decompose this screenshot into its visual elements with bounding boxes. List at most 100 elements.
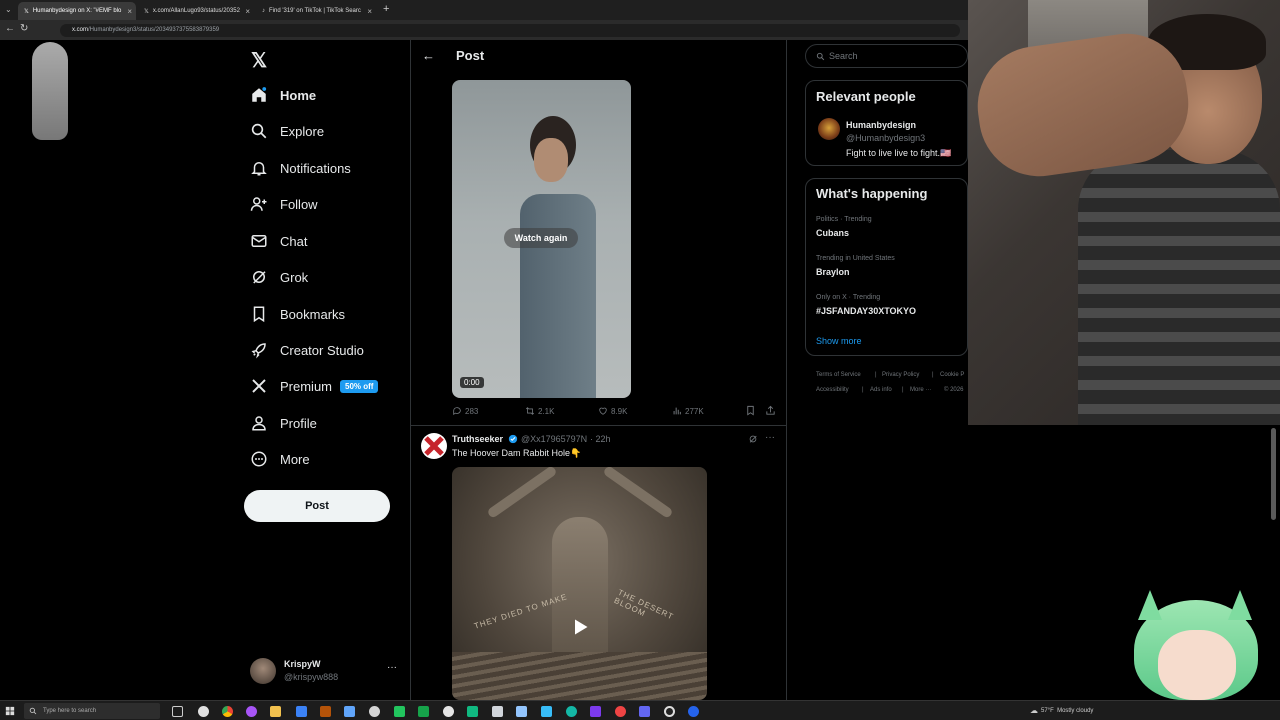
- analytics-icon: [673, 407, 681, 415]
- close-tab-icon[interactable]: ×: [245, 7, 250, 16]
- home-icon: [252, 87, 267, 102]
- footer-terms[interactable]: Terms of Service: [816, 372, 861, 378]
- account-switcher[interactable]: KrispyW @krispyw888 ···: [250, 658, 400, 686]
- nav-premium[interactable]: Premium 50% off: [250, 371, 379, 401]
- share-icon[interactable]: [765, 405, 776, 416]
- back-arrow-icon[interactable]: ←: [5, 23, 15, 34]
- footer-more[interactable]: More ···: [910, 387, 931, 393]
- nav-chat[interactable]: Chat: [250, 226, 307, 256]
- search-input[interactable]: Search: [805, 44, 968, 68]
- app-icon[interactable]: [296, 706, 307, 717]
- obs-icon[interactable]: [664, 706, 675, 717]
- edge-icon[interactable]: [566, 706, 577, 717]
- taskbar-search[interactable]: Type here to search: [24, 703, 160, 719]
- nav-label: Home: [280, 87, 317, 103]
- app-icon[interactable]: [516, 706, 527, 717]
- tab-title: x.com/AllanLugo93/status/20352: [152, 8, 240, 14]
- app-icon[interactable]: [590, 706, 601, 717]
- grok-icon[interactable]: [748, 434, 758, 444]
- app-icon[interactable]: [492, 706, 503, 717]
- new-tab-button[interactable]: +: [383, 3, 389, 15]
- footer-separator: |: [875, 372, 877, 378]
- nav-explore[interactable]: Explore: [250, 116, 324, 146]
- x-logo-icon[interactable]: 𝕏: [251, 48, 267, 73]
- play-icon[interactable]: [570, 617, 590, 637]
- like-count[interactable]: 8.9K: [598, 406, 627, 416]
- close-tab-icon[interactable]: ×: [127, 7, 132, 16]
- nav-grok[interactable]: Grok: [250, 262, 308, 292]
- footer-accessibility[interactable]: Accessibility: [816, 387, 849, 393]
- app-icon[interactable]: [344, 706, 355, 717]
- nav-notifications[interactable]: Notifications: [250, 153, 351, 183]
- app-icon[interactable]: [443, 706, 454, 717]
- back-arrow-icon[interactable]: ←: [422, 48, 435, 63]
- task-view-icon[interactable]: [172, 706, 183, 717]
- main-left-border: [410, 40, 411, 700]
- engraving-right: THE DESERT BLOOM: [612, 587, 675, 622]
- premium-discount-badge: 50% off: [340, 379, 379, 393]
- nav-follow[interactable]: Follow: [250, 189, 318, 219]
- show-more-link[interactable]: Show more: [816, 336, 862, 346]
- nav-profile[interactable]: Profile: [250, 408, 317, 438]
- trend-category: Trending in United States: [816, 255, 895, 262]
- happening-title: What's happening: [816, 186, 928, 201]
- chrome-icon[interactable]: [222, 706, 233, 717]
- weather-widget[interactable]: ☁ 57°F Mostly cloudy: [1030, 706, 1093, 715]
- tab-humanbydesign[interactable]: 𝕏 Humanbydesign on X: "#EMF blo ×: [18, 2, 136, 20]
- steam-icon[interactable]: [688, 706, 699, 717]
- nav-creator-studio[interactable]: Creator Studio: [250, 335, 364, 365]
- trend-item[interactable]: Braylon: [816, 267, 850, 277]
- app-icon[interactable]: [198, 706, 209, 717]
- view-count[interactable]: 277K: [672, 406, 704, 416]
- app-icon[interactable]: [369, 706, 380, 717]
- repost-icon: [525, 407, 535, 415]
- more-options-icon[interactable]: ···: [765, 432, 775, 443]
- video-player[interactable]: Watch again 0:00: [452, 80, 631, 398]
- file-explorer-icon[interactable]: [270, 706, 281, 717]
- app-icon[interactable]: [320, 706, 331, 717]
- app-icon[interactable]: [394, 706, 405, 717]
- app-icon[interactable]: [615, 706, 626, 717]
- reply-count[interactable]: 283: [452, 406, 478, 416]
- reply-handle[interactable]: @Xx17965797N: [521, 434, 587, 444]
- person-bio: Fight to live live to fight.🇺🇸: [846, 148, 952, 158]
- grok-icon: [253, 271, 266, 284]
- app-icon[interactable]: [639, 706, 650, 717]
- video-player[interactable]: THEY DIED TO MAKE THE DESERT BLOOM: [452, 467, 707, 700]
- tab-tiktok[interactable]: ♪ Find '319' on TikTok | TikTok Searc ×: [256, 2, 376, 20]
- trend-category: Only on X · Trending: [816, 294, 881, 301]
- app-icon[interactable]: [541, 706, 552, 717]
- trend-item[interactable]: Cubans: [816, 228, 849, 238]
- weather-text: 57°F Mostly cloudy: [1041, 707, 1094, 714]
- app-icon[interactable]: [418, 706, 429, 717]
- main-right-border: [786, 40, 787, 700]
- url-field[interactable]: x.com/Humanbydesign3/status/203493737558…: [60, 24, 960, 37]
- nav-bookmarks[interactable]: Bookmarks: [250, 299, 345, 329]
- nav-more[interactable]: More: [250, 444, 310, 474]
- reload-icon[interactable]: ↻: [20, 23, 28, 34]
- person-name[interactable]: Humanbydesign: [846, 120, 916, 130]
- footer-ads-info[interactable]: Ads info: [870, 387, 892, 393]
- footer-cookie[interactable]: Cookie P: [940, 372, 964, 378]
- reply-avatar[interactable]: [421, 433, 447, 459]
- account-menu-icon[interactable]: ···: [387, 662, 397, 673]
- reply-author[interactable]: Truthseeker: [452, 434, 503, 444]
- nav-home[interactable]: Home: [250, 80, 316, 110]
- trend-item[interactable]: #JSFANDAY30XTOKYO: [816, 306, 916, 316]
- watch-again-button[interactable]: Watch again: [504, 228, 578, 248]
- app-icon[interactable]: [467, 706, 478, 717]
- reply-text: The Hoover Dam Rabbit Hole👇: [452, 448, 582, 458]
- tab-list-chevron-icon[interactable]: ⌄: [5, 5, 12, 14]
- windows-start-icon[interactable]: [5, 706, 15, 716]
- person-avatar[interactable]: [818, 118, 840, 140]
- app-icon[interactable]: [246, 706, 257, 717]
- reply-time: · 22h: [590, 434, 611, 444]
- bookmark-icon[interactable]: [745, 405, 756, 416]
- scrollbar[interactable]: [1271, 428, 1276, 520]
- close-tab-icon[interactable]: ×: [367, 7, 372, 16]
- tab-allanlugo[interactable]: 𝕏 x.com/AllanLugo93/status/20352 ×: [138, 2, 254, 20]
- footer-privacy[interactable]: Privacy Policy: [882, 372, 919, 378]
- post-button[interactable]: Post: [244, 490, 390, 522]
- bell-icon: [251, 162, 267, 176]
- repost-count[interactable]: 2.1K: [525, 406, 554, 416]
